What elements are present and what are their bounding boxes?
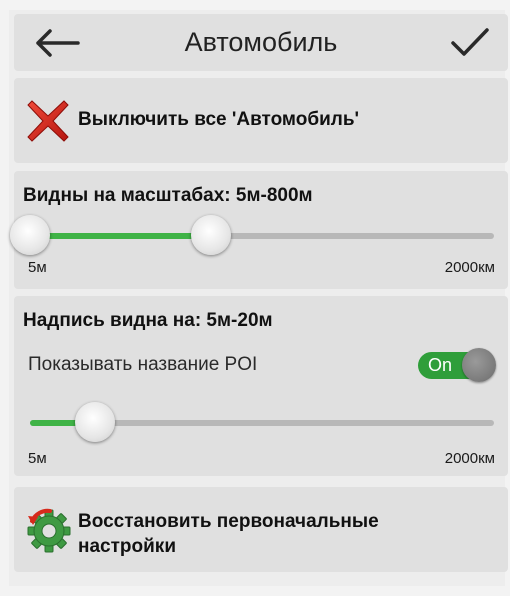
range-max-label: 2000км xyxy=(444,450,495,467)
slider-thumb-max[interactable] xyxy=(191,215,231,255)
label-scale-title: Надпись видна на: 5м-20м xyxy=(23,310,273,331)
label-range-slider[interactable] xyxy=(30,402,494,442)
restore-gear-icon xyxy=(27,508,71,553)
label-scale-section: Надпись видна на: 5м-20м Показывать назв… xyxy=(14,296,508,476)
poi-name-toggle[interactable]: On xyxy=(418,348,496,382)
red-x-icon xyxy=(27,100,69,142)
toggle-state-text: On xyxy=(428,355,453,375)
visibility-scale-title: Видны на масштабах: 5м-800м xyxy=(23,185,313,206)
disable-all-label: Выключить все 'Автомобиль' xyxy=(78,109,360,130)
visibility-range-slider[interactable] xyxy=(10,215,494,255)
range-min-label: 5м xyxy=(28,450,47,467)
poi-name-toggle-label: Показывать название POI xyxy=(28,354,258,375)
range-min-label: 5м xyxy=(28,259,47,276)
restore-defaults-button[interactable]: Восстановить первоначальные настройки xyxy=(14,487,508,572)
page-title: Автомобиль xyxy=(184,27,338,57)
disable-all-button[interactable]: Выключить все 'Автомобиль' xyxy=(14,78,508,163)
visibility-scale-section: Видны на масштабах: 5м-800м 5м 2000км xyxy=(10,171,508,289)
restore-defaults-label: Восстановить первоначальные настройки xyxy=(78,511,379,557)
header-bar: Автомобиль xyxy=(14,14,508,71)
slider-thumb-max[interactable] xyxy=(75,402,115,442)
toggle-knob xyxy=(462,348,496,382)
slider-thumb-min[interactable] xyxy=(10,215,50,255)
confirm-checkmark-icon[interactable] xyxy=(450,26,490,58)
slider-fill xyxy=(30,233,211,239)
range-max-label: 2000км xyxy=(444,259,495,276)
